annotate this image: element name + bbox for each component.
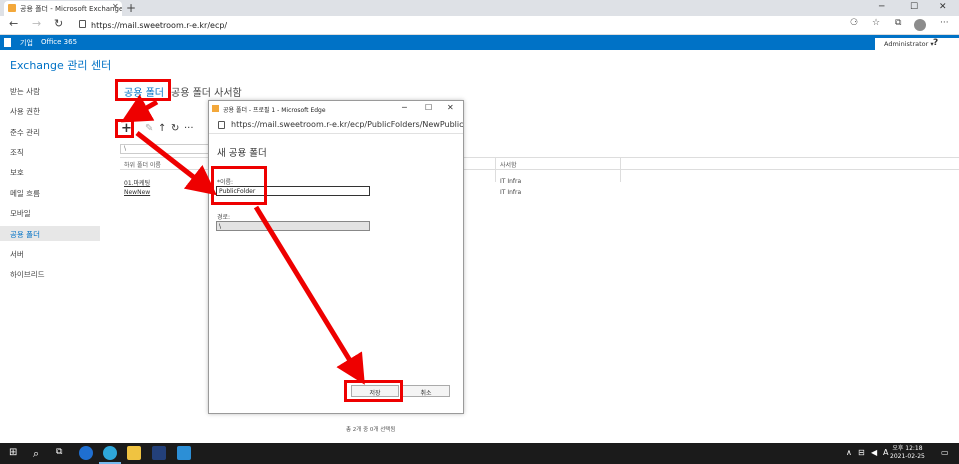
- clock-date: 2021-02-25: [890, 453, 925, 460]
- internet-explorer-icon[interactable]: [79, 446, 93, 460]
- tray-overflow-icon[interactable]: ∧: [846, 448, 852, 457]
- file-explorer-icon[interactable]: [127, 446, 141, 460]
- annotation-arrows: [120, 94, 365, 385]
- edge-icon[interactable]: [103, 446, 117, 460]
- arrow-tab-to-add: [120, 94, 159, 123]
- windows-start-icon[interactable]: ⊞: [9, 447, 17, 458]
- notifications-icon[interactable]: ▭: [941, 448, 949, 457]
- arrow-add-to-name: [135, 131, 217, 196]
- server-manager-icon[interactable]: [177, 446, 191, 460]
- network-icon[interactable]: ⊟: [858, 448, 865, 457]
- powershell-icon[interactable]: [152, 446, 166, 460]
- taskbar: ⊞ ⌕ ⧉ ∧ ⊟ ◀ A 오후 12:18 2021-02-25 ▭: [0, 443, 959, 464]
- clock[interactable]: 오후 12:18 2021-02-25: [890, 445, 925, 461]
- ime-indicator[interactable]: A: [883, 448, 888, 457]
- volume-icon[interactable]: ◀: [871, 448, 877, 457]
- clock-time: 오후 12:18: [892, 445, 923, 452]
- task-view-icon[interactable]: ⧉: [56, 447, 62, 457]
- search-icon[interactable]: ⌕: [33, 447, 39, 461]
- arrow-name-to-save: [253, 205, 365, 385]
